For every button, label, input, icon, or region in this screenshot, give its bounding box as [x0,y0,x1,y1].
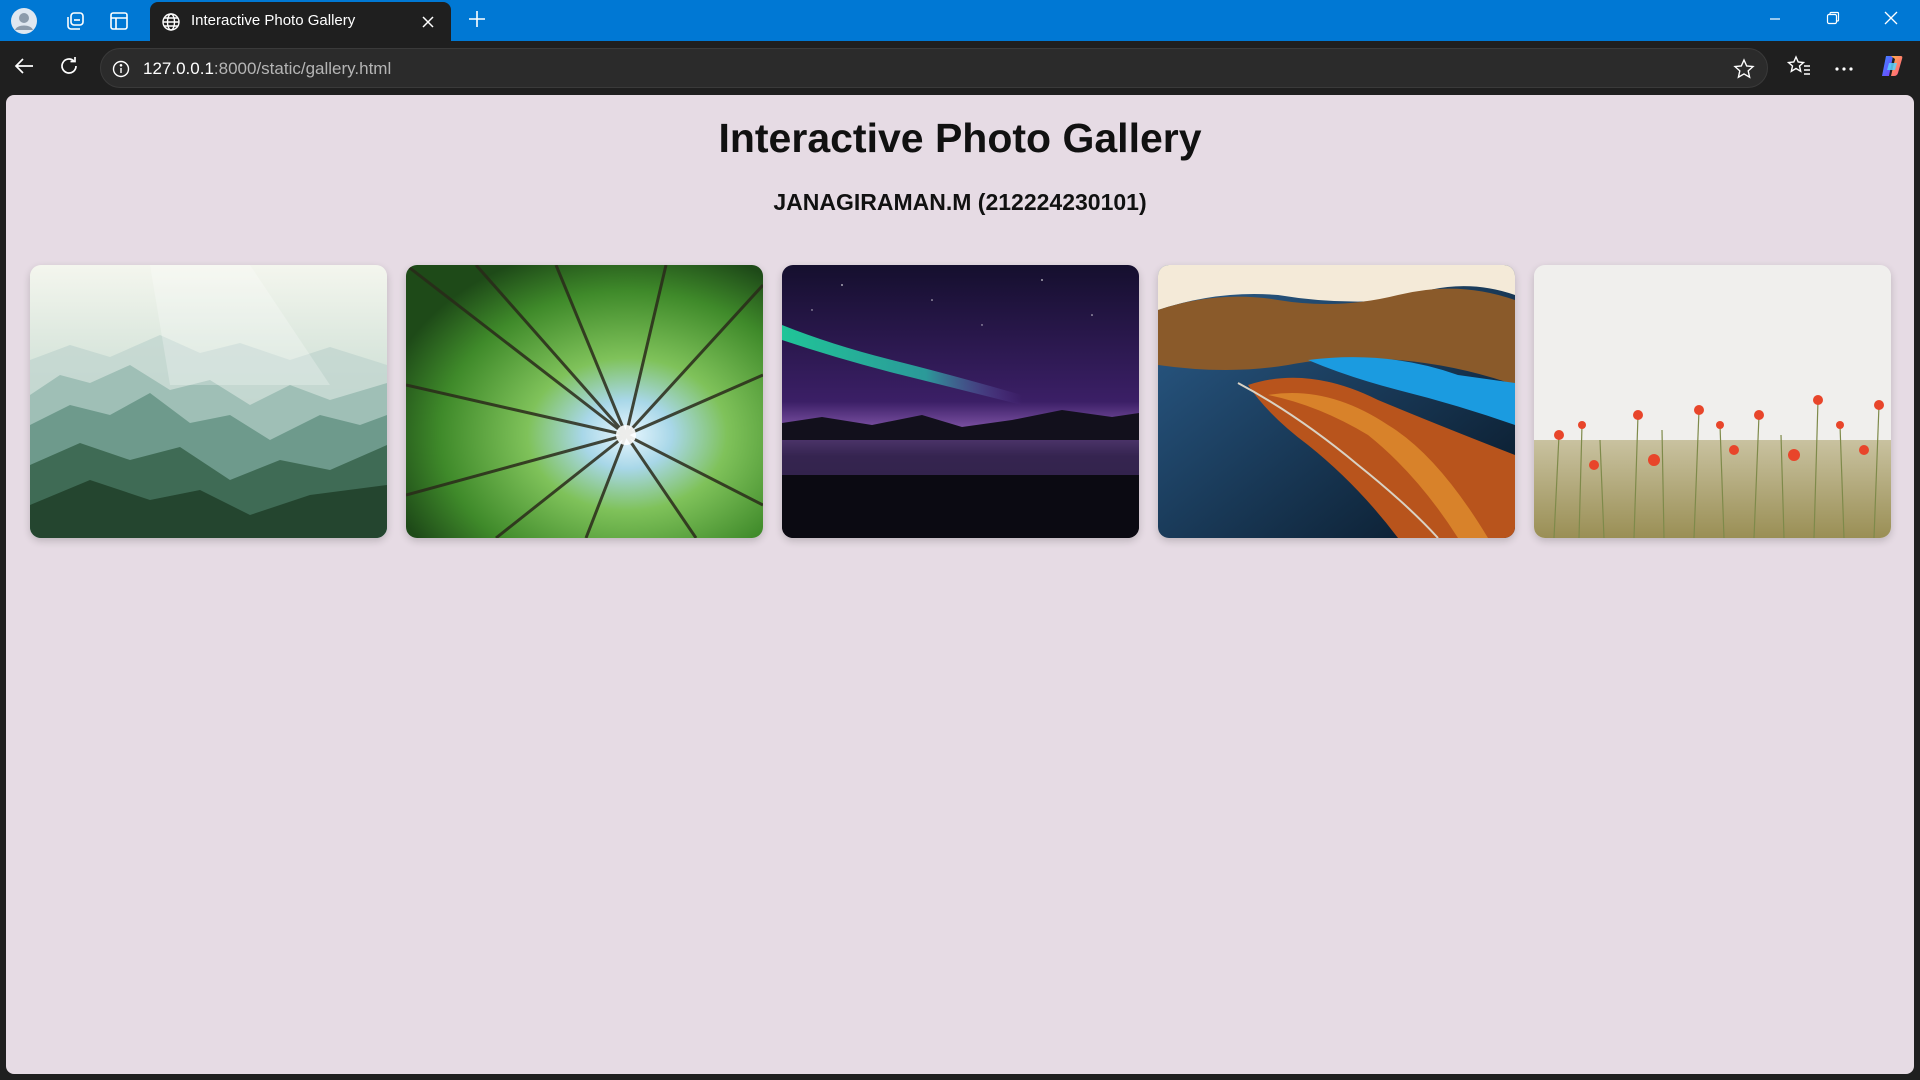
back-button[interactable] [6,50,42,86]
plus-icon [468,10,486,33]
tab-actions-icon[interactable] [101,6,137,36]
copilot-icon [1879,53,1905,84]
gallery-photo-mountains[interactable] [30,265,387,538]
copilot-button[interactable] [1874,50,1910,86]
favorites-icon [1786,54,1811,82]
window-close-button[interactable] [1862,0,1920,41]
page-subtitle: JANAGIRAMAN.M (212224230101) [773,189,1147,215]
gallery-photo-aurora[interactable] [782,265,1139,538]
url-text: 127.0.0.1:8000/static/gallery.html [143,59,391,79]
minimize-button[interactable] [1746,0,1804,41]
url-host: 127.0.0.1 [143,59,214,78]
more-button[interactable] [1826,50,1862,86]
refresh-icon [58,55,80,82]
page-viewport: Interactive Photo Gallery JANAGIRAMAN.M … [6,95,1914,1074]
info-icon[interactable] [110,58,132,80]
address-bar[interactable]: 127.0.0.1:8000/static/gallery.html [100,48,1768,88]
active-tab[interactable]: Interactive Photo Gallery [150,2,451,41]
page-title: Interactive Photo Gallery [718,115,1202,161]
new-tab-button[interactable] [459,4,495,38]
more-icon [1834,59,1854,77]
gallery-photo-forest-canopy[interactable] [406,265,763,538]
close-icon[interactable] [415,10,441,34]
browser-toolbar: 127.0.0.1:8000/static/gallery.html [0,41,1920,95]
star-icon[interactable] [1731,56,1757,82]
photo-gallery [30,265,1892,538]
restore-button[interactable] [1804,0,1862,41]
favorites-button[interactable] [1781,50,1817,86]
workspaces-icon[interactable] [57,6,93,36]
globe-icon [160,11,182,33]
url-path: :8000/static/gallery.html [213,59,392,78]
tab-title: Interactive Photo Gallery [191,12,356,29]
gallery-photo-autumn-lake[interactable] [1158,265,1515,538]
refresh-button[interactable] [51,50,87,86]
restore-icon [1826,11,1840,30]
back-arrow-icon [13,55,35,82]
window-close-icon [1884,11,1898,30]
minimize-icon [1769,12,1781,30]
profile-icon[interactable] [6,6,42,36]
browser-title-bar: Interactive Photo Gallery [0,0,1920,41]
gallery-photo-poppies[interactable] [1534,265,1891,538]
